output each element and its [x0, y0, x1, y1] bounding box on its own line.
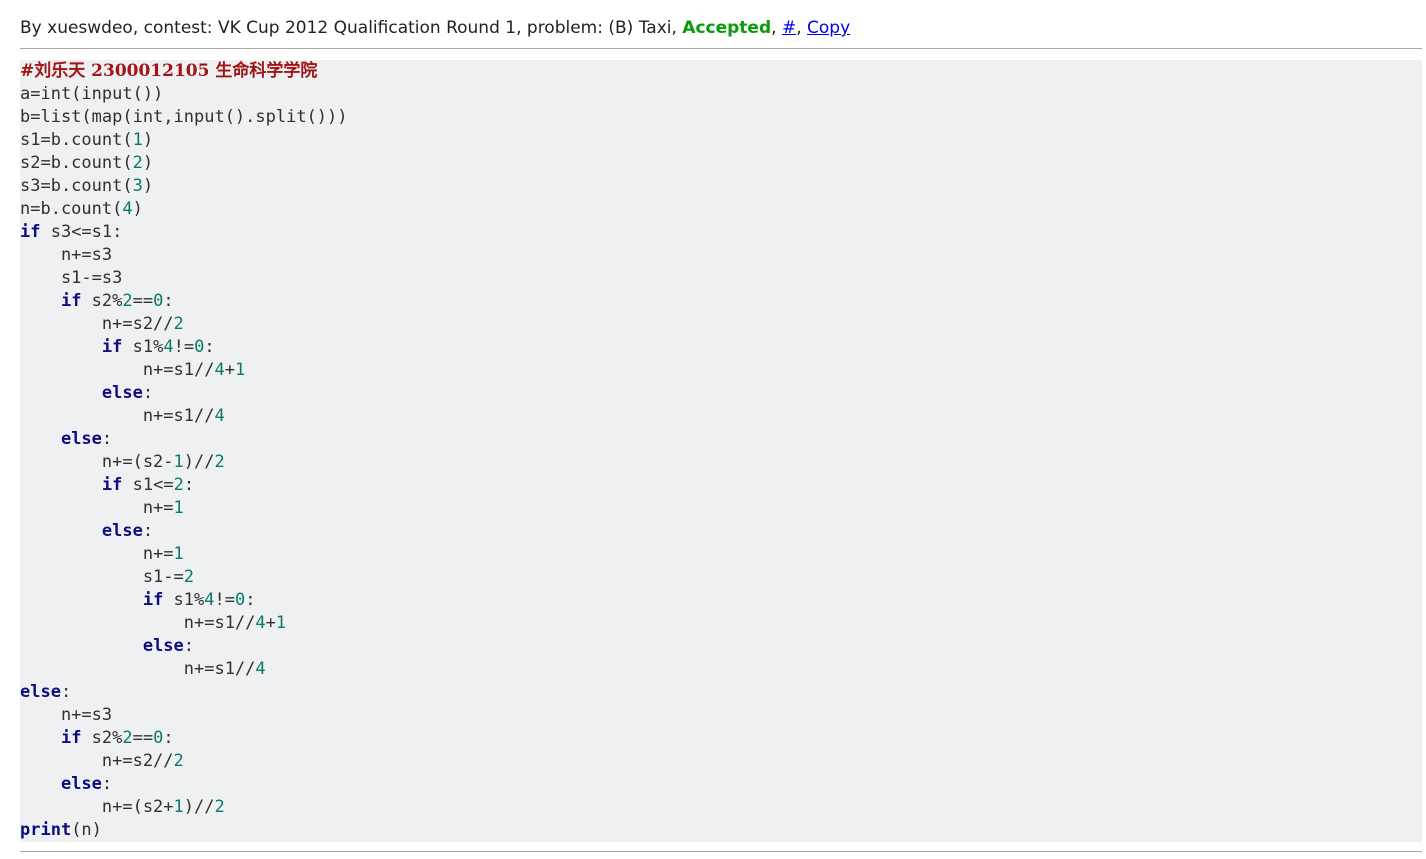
code-line: n+=s2//2 [20, 314, 184, 334]
code-line: #刘乐天 2300012105 生命科学学院 [20, 61, 318, 81]
code-line: n+=s1//4 [20, 406, 225, 426]
code-line: else: [101, 383, 154, 403]
submission-header: By xueswdeo, contest: VK Cup 2012 Qualif… [20, 17, 850, 39]
code-line: b=list(map(int,input().split())) [20, 107, 348, 127]
verdict-accepted: Accepted [682, 18, 772, 38]
code-line: s3=b.count(3) [20, 176, 154, 196]
code-line: a=int(input()) [20, 84, 164, 104]
divider-top [20, 48, 1422, 49]
code-line: print(n) [20, 820, 102, 840]
submission-info-text: By xueswdeo, contest: VK Cup 2012 Qualif… [20, 18, 683, 38]
code-line: n+=s1//4+1 [20, 360, 246, 380]
code-line: if s1%4!=0: [101, 337, 215, 357]
separator-2: , [796, 18, 808, 38]
permalink-hash-link[interactable]: # [782, 18, 796, 38]
source-code-block[interactable]: #刘乐天 2300012105 生命科学学院 a=int(input()) b=li… [20, 60, 1422, 842]
source-code[interactable]: #刘乐天 2300012105 生命科学学院 a=int(input()) b=li… [20, 60, 348, 842]
copy-link[interactable]: Copy [807, 18, 850, 38]
code-line: else: [142, 636, 195, 656]
code-line: s1-=2 [20, 567, 195, 587]
code-line: n+=1 [20, 498, 184, 518]
code-line: if s2%2==0: [60, 728, 174, 748]
code-line: if s1%4!=0: [142, 590, 256, 610]
code-line: else: [60, 429, 113, 449]
divider-bottom [20, 851, 1422, 852]
code-line: else: [101, 521, 154, 541]
separator-1: , [771, 18, 782, 38]
code-line: if s1<=2: [101, 475, 195, 495]
code-line: n+=1 [20, 544, 184, 564]
code-line: n+=s1//4+1 [20, 613, 287, 633]
code-line: n+=s3 [20, 705, 113, 725]
code-line: s2=b.count(2) [20, 153, 154, 173]
code-line: if s2%2==0: [60, 291, 174, 311]
code-line: n+=s1//4 [20, 659, 266, 679]
code-line: if s3<=s1: [20, 222, 123, 242]
code-line: n+=(s2-1)//2 [20, 452, 225, 472]
code-line: n=b.count(4) [20, 199, 143, 219]
code-line: n+=s3 [20, 245, 113, 265]
code-line: n+=(s2+1)//2 [20, 797, 225, 817]
code-line: else: [20, 682, 72, 702]
code-line: s1-=s3 [20, 268, 123, 288]
code-line: s1=b.count(1) [20, 130, 154, 150]
code-line: else: [60, 774, 113, 794]
code-line: n+=s2//2 [20, 751, 184, 771]
